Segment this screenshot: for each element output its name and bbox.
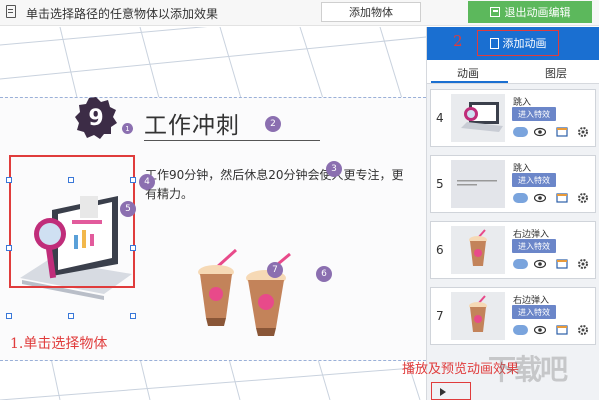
drinks-illustration[interactable] <box>186 248 306 340</box>
item-thumbnail <box>451 292 505 340</box>
item-index: 7 <box>436 309 444 323</box>
preview-controls-highlight <box>431 382 471 400</box>
entry-effect-button[interactable]: 进入特效 <box>512 239 556 253</box>
title-underline <box>144 140 320 141</box>
sequence-marker[interactable]: 5 <box>120 201 136 217</box>
item-thumbnail <box>451 94 505 142</box>
entry-effect-button[interactable]: 进入特效 <box>512 305 556 319</box>
drink-thumbnail <box>469 295 487 332</box>
gear-icon[interactable] <box>577 126 589 138</box>
eye-icon[interactable] <box>534 192 546 204</box>
eye-icon[interactable] <box>534 324 546 336</box>
step2-annotation: 2 <box>453 32 463 50</box>
drink-thumbnail <box>469 229 487 266</box>
tab-animation[interactable]: 动画 <box>457 65 479 81</box>
sequence-marker[interactable]: 2 <box>265 116 281 132</box>
screen-icon[interactable] <box>556 192 568 204</box>
sound-icon[interactable] <box>513 193 528 203</box>
animation-item[interactable]: 7 右边弹入 进入特效 <box>430 287 596 345</box>
resize-handle[interactable] <box>130 245 136 251</box>
document-icon <box>6 5 16 18</box>
sound-icon[interactable] <box>513 259 528 269</box>
tab-layers[interactable]: 图层 <box>545 65 567 81</box>
animation-item[interactable]: 4 跳入 进入特效 <box>430 89 596 147</box>
screen-icon[interactable] <box>556 126 568 138</box>
selection-box[interactable] <box>9 155 135 288</box>
exit-icon <box>489 7 500 17</box>
resize-handle[interactable] <box>6 245 12 251</box>
panel-tabs: 动画 图层 <box>427 60 599 84</box>
exit-button-label: 退出动画编辑 <box>504 6 571 19</box>
badge-number: 9 <box>88 105 104 131</box>
entry-effect-button[interactable]: 进入特效 <box>512 173 556 187</box>
animation-item[interactable]: 6 右边弹入 进入特效 <box>430 221 596 279</box>
item-thumbnail <box>451 226 505 274</box>
toolbar-hint: 单击选择路径的任意物体以添加效果 <box>26 7 219 21</box>
sequence-marker[interactable]: 1 <box>122 123 133 134</box>
screen-icon[interactable] <box>556 258 568 270</box>
resize-handle[interactable] <box>68 177 74 183</box>
screen-icon[interactable] <box>556 324 568 336</box>
watermark-logo: 下载吧 <box>488 353 568 386</box>
item-thumbnail <box>451 160 505 208</box>
item-index: 4 <box>436 111 444 125</box>
slide-title[interactable]: 工作冲刺 <box>144 106 240 140</box>
resize-handle[interactable] <box>68 313 74 319</box>
animation-item[interactable]: 5 跳入 进入特效 <box>430 155 596 213</box>
text-thumbnail <box>457 180 497 186</box>
add-animation-label: 添加动画 <box>502 37 547 50</box>
active-tab-indicator <box>431 81 508 83</box>
exit-animation-edit-button[interactable]: 退出动画编辑 <box>468 1 592 23</box>
gear-icon[interactable] <box>577 192 589 204</box>
number-badge[interactable]: 9 <box>74 96 118 140</box>
slide-body-text[interactable]: 工作90分钟，然后休息20分钟会使人更专注，更有精力。 <box>145 166 413 204</box>
gear-icon[interactable] <box>577 324 589 336</box>
add-animation-icon <box>489 37 499 49</box>
resize-handle[interactable] <box>130 313 136 319</box>
add-animation-button[interactable]: 添加动画 <box>477 30 559 56</box>
entry-effect-button[interactable]: 进入特效 <box>512 107 556 121</box>
top-toolbar: 单击选择路径的任意物体以添加效果 添加物体 退出动画编辑 <box>0 0 599 26</box>
sequence-marker[interactable]: 6 <box>316 266 332 282</box>
drink-cup-left <box>198 248 238 326</box>
sound-icon[interactable] <box>513 325 528 335</box>
add-object-button[interactable]: 添加物体 <box>321 2 421 22</box>
laptop-thumbnail <box>461 102 503 132</box>
panel-header: 2 添加动画 <box>427 27 599 60</box>
eye-icon[interactable] <box>534 126 546 138</box>
sequence-marker[interactable]: 4 <box>139 174 155 190</box>
play-icon[interactable] <box>440 388 446 396</box>
eye-icon[interactable] <box>534 258 546 270</box>
resize-handle[interactable] <box>6 177 12 183</box>
item-index: 6 <box>436 243 444 257</box>
gear-icon[interactable] <box>577 258 589 270</box>
sound-icon[interactable] <box>513 127 528 137</box>
sequence-marker[interactable]: 7 <box>267 262 283 278</box>
animation-panel: 2 添加动画 动画 图层 4 跳入 进入特效 5 跳入 进入特效 6 右边弹入 … <box>426 27 599 400</box>
step1-annotation: 1.单击选择物体 <box>10 336 108 352</box>
sequence-marker[interactable]: 3 <box>326 161 342 177</box>
item-index: 5 <box>436 177 444 191</box>
resize-handle[interactable] <box>130 177 136 183</box>
resize-handle[interactable] <box>6 313 12 319</box>
